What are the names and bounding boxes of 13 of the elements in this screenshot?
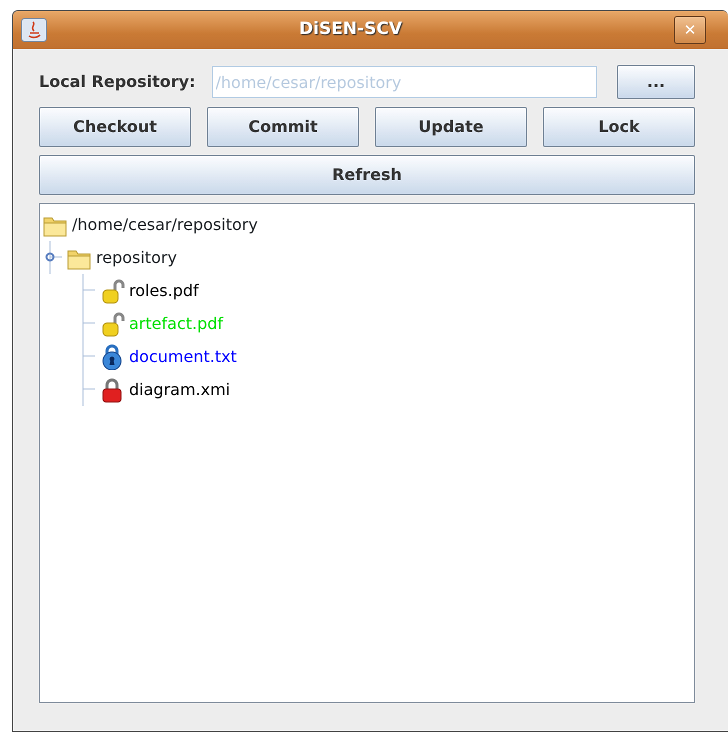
tree-item[interactable]: /home/cesar/repository — [68, 212, 258, 236]
action-button[interactable]: Lock — [543, 107, 695, 147]
app-icon — [21, 18, 47, 42]
tree-item[interactable]: diagram.xmi — [125, 378, 230, 402]
action-button[interactable]: Checkout — [39, 107, 191, 147]
action-button[interactable]: Update — [375, 107, 527, 147]
window-title: DiSEN-SCV — [298, 18, 403, 42]
tree-item[interactable]: document.txt — [125, 344, 237, 368]
action-button[interactable]: Commit — [207, 107, 359, 147]
field-label: Local Repository: — [39, 71, 196, 93]
tree-item[interactable]: repository — [92, 246, 177, 270]
refresh-button[interactable]: Refresh — [39, 155, 695, 195]
tree-item[interactable]: roles.pdf — [125, 278, 199, 302]
